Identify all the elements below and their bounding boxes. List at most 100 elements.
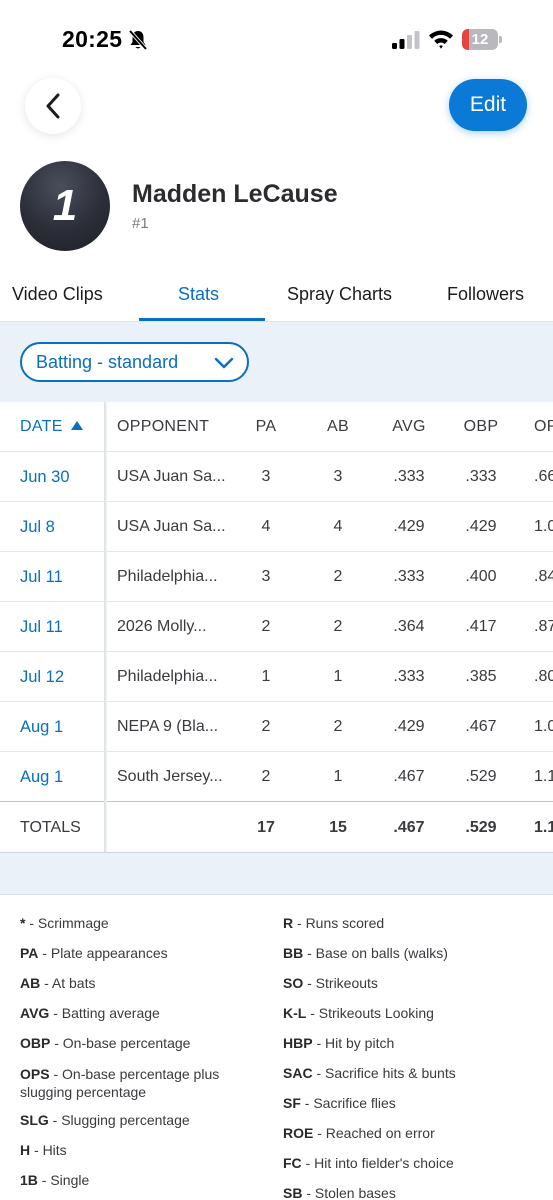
row-avg: .333 (393, 668, 425, 685)
row-opponent: USA Juan Sa... (117, 518, 226, 535)
column-header-ab[interactable]: AB (318, 402, 358, 452)
row-date[interactable]: Jul 11 (20, 602, 104, 652)
row-date[interactable]: Aug 1 (20, 752, 104, 802)
row-ops: .800 (534, 668, 553, 685)
tab-video-clips[interactable]: Video Clips (12, 284, 103, 305)
row-avg: .429 (393, 518, 425, 535)
legend-item: SAC - Sacrifice hits & bunts (283, 1065, 456, 1081)
row-opponent: Philadelphia... (117, 668, 218, 685)
column-header-avg[interactable]: AVG (382, 402, 436, 452)
legend-item: R - Runs scored (283, 915, 385, 931)
row-ab: 2 (333, 618, 343, 635)
legend-item: BB - Base on balls (walks) (283, 945, 448, 961)
table-row[interactable]: Jul 12 Philadelphia... 1 1 .333 .385 .80… (0, 652, 553, 702)
row-ops: .871 (534, 618, 553, 635)
column-header-ops[interactable]: OPS (534, 402, 553, 452)
tab-bar: Video Clips Stats Spray Charts Followers (0, 270, 553, 322)
row-date[interactable]: Aug 1 (20, 702, 104, 752)
tab-spray-charts[interactable]: Spray Charts (287, 284, 392, 305)
table-row[interactable]: Jul 8 USA Juan Sa... 4 4 .429 .429 1.000 (0, 502, 553, 552)
row-date[interactable]: Jun 30 (20, 452, 104, 502)
totals-ab: 15 (329, 819, 347, 836)
row-pa: 1 (261, 668, 271, 685)
totals-row: TOTALS 17 15 .467 .529 1.129 (0, 803, 553, 852)
section-separator (0, 853, 553, 895)
row-pa: 2 (261, 618, 271, 635)
row-date[interactable]: Jul 8 (20, 502, 104, 552)
row-obp: .529 (465, 768, 497, 785)
row-obp: .333 (465, 468, 497, 485)
row-ab: 1 (333, 668, 343, 685)
column-header-opponent[interactable]: OPPONENT (117, 402, 231, 452)
row-avg: .333 (393, 568, 425, 585)
legend-item: PA - Plate appearances (20, 945, 168, 961)
legend-item: SF - Sacrifice flies (283, 1095, 396, 1111)
table-row[interactable]: Aug 1 NEPA 9 (Bla... 2 2 .429 .467 1.038 (0, 702, 553, 752)
table-row[interactable]: Jun 30 USA Juan Sa... 3 3 .333 .333 .667 (0, 452, 553, 502)
stat-type-selected: Batting - standard (36, 352, 179, 372)
wifi-icon (429, 30, 453, 49)
battery-body: 12 (462, 29, 498, 50)
table-header-row: DATE OPPONENT PA AB AVG OBP OPS (0, 402, 553, 452)
row-date[interactable]: Jul 11 (20, 552, 104, 602)
stats-table: DATE OPPONENT PA AB AVG OBP OPS Jun 30 U… (0, 402, 553, 853)
legend-item: SB - Stolen bases (283, 1185, 396, 1200)
column-header-obp[interactable]: OBP (454, 402, 508, 452)
row-ab: 1 (333, 768, 343, 785)
stats-legend: * - Scrimmage PA - Plate appearances AB … (0, 896, 553, 1200)
row-obp: .400 (465, 568, 497, 585)
battery-indicator: 12 (462, 29, 502, 50)
totals-pa: 17 (257, 819, 275, 836)
table-row[interactable]: Jul 11 2026 Molly... 2 2 .364 .417 .871 (0, 602, 553, 652)
legend-item: AB - At bats (20, 975, 96, 991)
legend-item: HBP - Hit by pitch (283, 1035, 395, 1051)
legend-item: H - Hits (20, 1142, 67, 1158)
row-ops: .667 (534, 468, 553, 485)
row-obp: .467 (465, 718, 497, 735)
legend-item: ROE - Reached on error (283, 1125, 435, 1141)
totals-label: TOTALS (20, 819, 81, 836)
row-avg: .467 (393, 768, 425, 785)
row-ops: 1.000 (534, 518, 553, 535)
sticky-column-divider (104, 402, 107, 852)
chevron-down-icon (214, 357, 234, 369)
player-name: Madden LeCause (132, 180, 338, 208)
status-time: 20:25 (62, 26, 123, 52)
tab-followers[interactable]: Followers (447, 284, 524, 305)
row-avg: .364 (393, 618, 425, 635)
row-ab: 4 (333, 518, 343, 535)
row-opponent: 2026 Molly... (117, 618, 207, 635)
bell-off-icon (128, 29, 148, 51)
row-date[interactable]: Jul 12 (20, 652, 104, 702)
row-avg: .429 (393, 718, 425, 735)
row-pa: 2 (261, 718, 271, 735)
legend-item: * - Scrimmage (20, 915, 109, 931)
row-avg: .333 (393, 468, 425, 485)
edit-button[interactable]: Edit (449, 79, 527, 131)
row-opponent: South Jersey... (117, 768, 223, 785)
table-row[interactable]: Jul 11 Philadelphia... 3 2 .333 .400 .84… (0, 552, 553, 602)
column-header-pa[interactable]: PA (246, 402, 286, 452)
row-opponent: USA Juan Sa... (117, 468, 226, 485)
legend-item: AVG - Batting average (20, 1005, 160, 1021)
stat-type-dropdown[interactable]: Batting - standard (20, 342, 249, 382)
row-obp: .429 (465, 518, 497, 535)
active-tab-indicator (139, 318, 265, 321)
legend-item: OBP - On-base percentage (20, 1035, 191, 1051)
tab-stats[interactable]: Stats (178, 284, 219, 305)
table-row[interactable]: Aug 1 South Jersey... 2 1 .467 .529 1.12… (0, 752, 553, 802)
row-pa: 2 (261, 768, 271, 785)
column-header-date-label: DATE (20, 418, 63, 435)
column-header-date[interactable]: DATE (20, 402, 104, 452)
legend-item: K-L - Strikeouts Looking (283, 1005, 434, 1021)
legend-item: SO - Strikeouts (283, 975, 378, 991)
back-button[interactable] (25, 78, 81, 134)
row-pa: 4 (261, 518, 271, 535)
row-ab: 2 (333, 568, 343, 585)
filter-band: Batting - standard (0, 322, 553, 402)
signal-icon (392, 31, 420, 49)
sort-up-icon (70, 421, 83, 430)
row-ab: 3 (333, 468, 343, 485)
row-ops: .844 (534, 568, 553, 585)
row-pa: 3 (261, 468, 271, 485)
